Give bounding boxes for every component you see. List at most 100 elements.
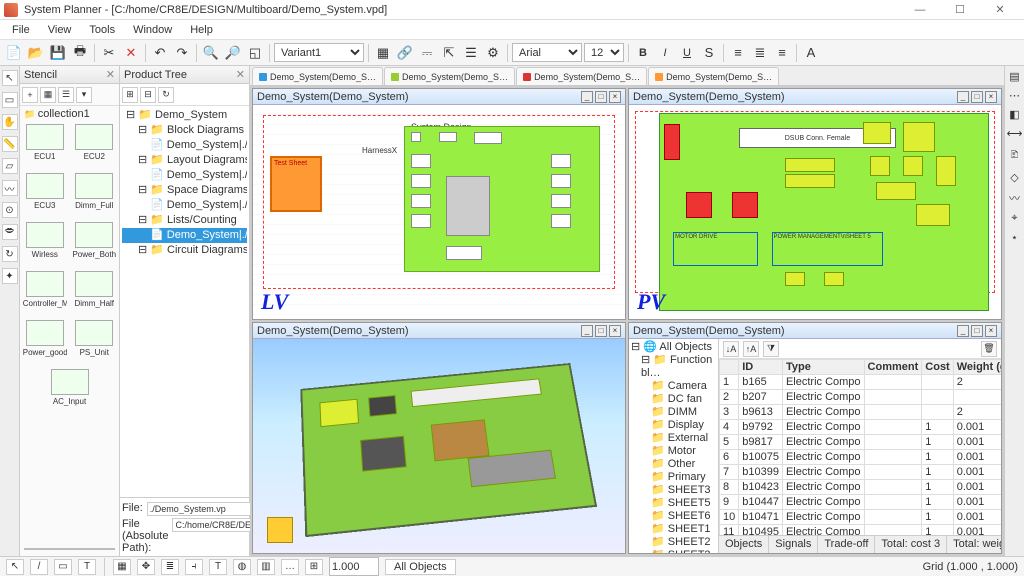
table-row[interactable]: 1b165Electric Compo2 [720,375,1002,390]
menu-tools[interactable]: Tools [81,22,123,38]
list-max-button[interactable]: □ [971,325,983,337]
stencil-item[interactable]: ECU3 [23,173,67,210]
zoom-out-button[interactable]: 🔎 [223,43,243,63]
objtree-item[interactable]: 📁 Other [631,458,716,471]
tree-node[interactable]: ⊟ 📁 Space Diagrams [122,183,247,198]
close-button[interactable]: ✕ [980,0,1020,20]
sb-extra[interactable]: ⊞ [305,559,323,575]
new-button[interactable]: 📄 [4,43,24,63]
pv-min-button[interactable]: _ [957,91,969,103]
list-min-button[interactable]: _ [957,325,969,337]
tree-node[interactable]: ⊟ 📁 Layout Diagrams [122,153,247,168]
filter-button[interactable]: ⧩ [763,341,779,357]
table-row[interactable]: 11b10495Electric Compo10.001 [720,525,1002,536]
wire-tool[interactable]: 〰 [2,180,18,196]
align-left-button[interactable]: ≡ [728,43,748,63]
pin-tool[interactable]: ⊙ [2,202,18,218]
objtree-item[interactable]: 📁 SHEET2 [631,549,716,553]
table-row[interactable]: 3b9613Electric Compo2 [720,405,1002,420]
misc2-button[interactable]: ⋆ [1011,231,1018,244]
stencil-item[interactable]: Dimm_Half [72,271,116,308]
tree-root[interactable]: ⊟ 📁 Demo_System [122,108,247,123]
stencil-item[interactable]: Power_good [23,320,67,357]
tree-refresh-button[interactable]: ↻ [158,87,174,103]
stencil-item[interactable]: Wirless [23,222,67,259]
rotate-tool[interactable]: ↻ [2,246,18,262]
undo-button[interactable]: ↶ [150,43,170,63]
table-row[interactable]: 8b10423Electric Compo10.001 [720,480,1002,495]
bold-button[interactable]: B [633,43,653,63]
lv-max-button[interactable]: □ [595,91,607,103]
3d-min-button[interactable]: _ [581,325,593,337]
zoom-fit-button[interactable]: ◱ [245,43,265,63]
tree-node[interactable]: 📄 Demo_System|./Demo_System [122,168,247,183]
export-button[interactable]: ⇱ [439,43,459,63]
sb-snap[interactable]: ✥ [137,559,155,575]
3d-canvas[interactable] [253,339,625,553]
objtree-item[interactable]: 📁 SHEET2 [631,536,716,549]
lv-min-button[interactable]: _ [581,91,593,103]
dim-button[interactable]: ⟷ [1007,127,1023,140]
table-row[interactable]: 5b9817Electric Compo10.001 [720,435,1002,450]
3d-close-button[interactable]: × [609,325,621,337]
objtree-item[interactable]: 📁 DIMM [631,406,716,419]
3d-max-button[interactable]: □ [595,325,607,337]
link-button[interactable]: 🔗 [395,43,415,63]
menu-file[interactable]: File [4,22,38,38]
bottom-tab[interactable]: Total: cost 3 [875,536,947,553]
tree-node[interactable]: 📄 Demo_System|./Demo_System [122,198,247,213]
sb-align[interactable]: ⫞ [185,559,203,575]
zoom-field[interactable] [329,557,379,576]
font-color-button[interactable]: A [801,43,821,63]
sb-line[interactable]: / [30,559,48,575]
settings-button[interactable]: ⚙ [483,43,503,63]
doc-tab[interactable]: Demo_System(Demo_S… [648,67,779,85]
stencil-item[interactable]: PS_Unit [72,320,116,357]
objtree-item[interactable]: 📁 SHEET5 [631,497,716,510]
scope-label[interactable]: All Objects [385,559,456,575]
waves-button[interactable]: 〰 [1009,190,1020,206]
list-button[interactable]: ☰ [461,43,481,63]
tree-collapse-button[interactable]: ⊟ [140,87,156,103]
variant-select[interactable]: Variant1 [274,43,364,62]
cut-button[interactable]: ✂ [99,43,119,63]
object-table[interactable]: IDTypeCommentCostWeight (g)Board(PV ^)1b… [719,359,1001,535]
delete-button[interactable]: ✕ [121,43,141,63]
italic-button[interactable]: I [655,43,675,63]
stencil-item[interactable]: ECU1 [23,124,67,161]
maximize-button[interactable]: ☐ [940,0,980,20]
open-button[interactable]: 📂 [26,43,46,63]
objtree-item[interactable]: 📁 External [631,432,716,445]
stencil-add-button[interactable]: + [22,87,38,103]
select-tool[interactable]: ▭ [2,92,18,108]
tree-node[interactable]: ⊟ 📁 Circuit Diagrams [122,243,247,258]
objtree-item[interactable]: 📁 Display [631,419,716,432]
tree-node[interactable]: ⊟ 📁 Lists/Counting [122,213,247,228]
sb-rect[interactable]: ▭ [54,559,72,575]
hand-tool[interactable]: ✋ [2,114,18,130]
font-select[interactable]: Arial [512,43,582,62]
objtree-item[interactable]: 📁 SHEET6 [631,510,716,523]
stencil-opt-button[interactable]: ▾ [76,87,92,103]
tree-node[interactable]: ⊟ 📁 Block Diagrams [122,123,247,138]
zoom-in-button[interactable]: 🔍 [201,43,221,63]
note-button[interactable]: 🗈 [1010,146,1018,165]
bottom-tab[interactable]: Signals [769,536,818,553]
layers-button[interactable]: ▤ [1009,70,1019,83]
doc-tab[interactable]: Demo_System(Demo_S… [516,67,647,85]
save-button[interactable]: 💾 [48,43,68,63]
stencil-scrollbar[interactable] [24,548,115,550]
strike-button[interactable]: S [699,43,719,63]
props-button[interactable]: ⋯ [1009,89,1020,102]
table-row[interactable]: 6b10075Electric Compo10.001 [720,450,1002,465]
stencil-item[interactable]: Power_Both [72,222,116,259]
tree-expand-button[interactable]: ⊞ [122,87,138,103]
lv-close-button[interactable]: × [609,91,621,103]
object-tree[interactable]: ⊟ 🌐 All Objects⊟ 📁 Function bl…📁 Camera📁… [629,339,719,553]
objtree-item[interactable]: 📁 DC fan [631,393,716,406]
table-row[interactable]: 2b207Electric Compo [720,390,1002,405]
bottom-tab[interactable]: Trade-off [818,536,875,553]
bottom-tab[interactable]: Objects [719,536,769,553]
sb-grid[interactable]: ▦ [113,559,131,575]
tree-node[interactable]: 📄 Demo_System|./Demo_Syst… [122,228,247,243]
